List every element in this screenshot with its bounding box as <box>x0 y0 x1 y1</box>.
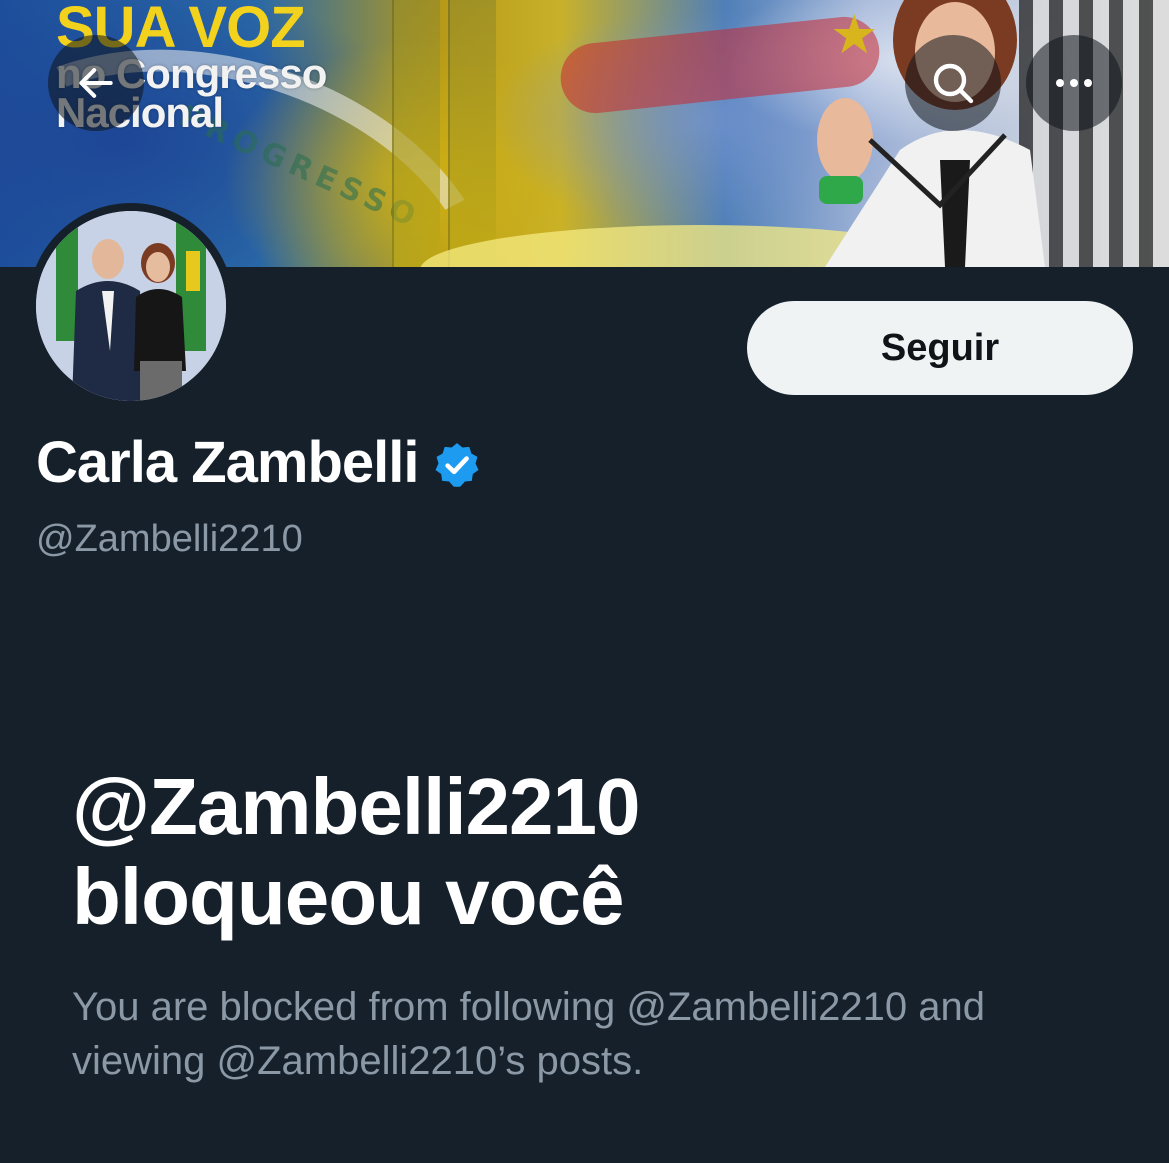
banner-tower-right <box>448 0 496 267</box>
profile-handle: @Zambelli2210 <box>36 518 303 560</box>
avatar-photo <box>36 211 226 401</box>
banner-portrait <box>817 0 1045 267</box>
more-options-button[interactable] <box>1026 35 1122 131</box>
more-horizontal-icon <box>1056 79 1092 87</box>
verified-badge-icon[interactable] <box>432 440 482 490</box>
banner-tower-left <box>392 0 440 267</box>
back-button[interactable] <box>48 35 144 131</box>
blocked-title-line-1: @Zambelli2210 <box>72 762 641 851</box>
search-icon <box>933 63 974 104</box>
arrow-left-icon <box>79 68 113 98</box>
blocked-title: @Zambelli2210 bloqueou você <box>72 762 1072 942</box>
avatar-image <box>36 211 226 401</box>
follow-button[interactable]: Seguir <box>747 301 1133 395</box>
avatar[interactable] <box>28 203 234 409</box>
blocked-description: You are blocked from following @Zambelli… <box>72 985 985 1083</box>
blocked-title-line-2: bloqueou você <box>72 852 625 941</box>
display-name: Carla Zambelli <box>36 430 419 495</box>
profile-name-row: Carla Zambelli <box>36 430 482 496</box>
search-button[interactable] <box>905 35 1001 131</box>
